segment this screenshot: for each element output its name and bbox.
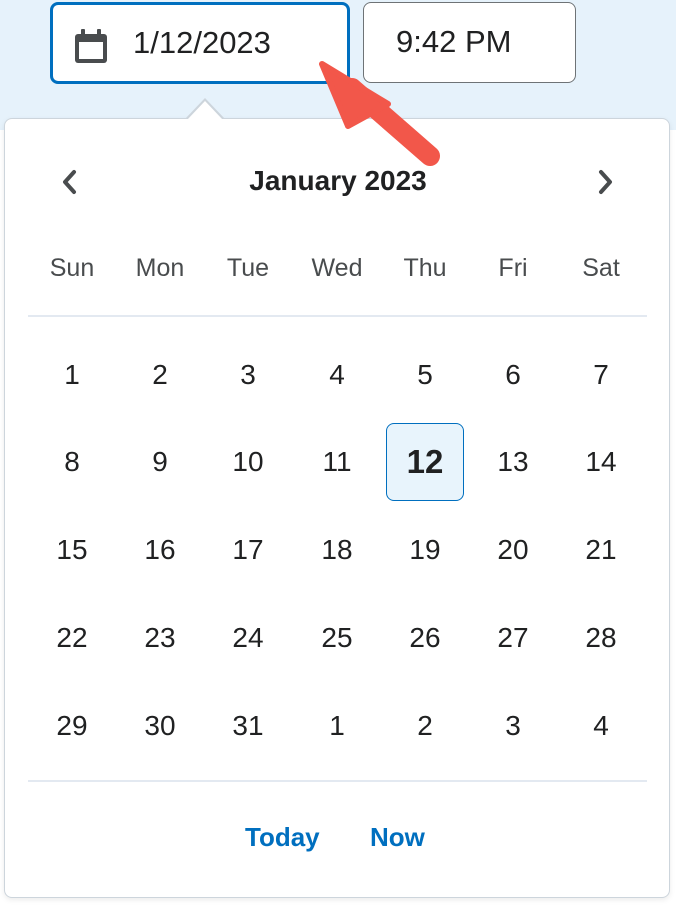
calendar-day[interactable]: 9 bbox=[121, 423, 199, 501]
now-button[interactable]: Now bbox=[370, 822, 425, 853]
calendar-day[interactable]: 25 bbox=[298, 599, 376, 677]
calendar-day[interactable]: 7 bbox=[562, 336, 640, 414]
calendar-day[interactable]: 29 bbox=[33, 687, 111, 765]
calendar-day[interactable]: 13 bbox=[474, 423, 552, 501]
annotation-arrow bbox=[319, 61, 440, 166]
calendar-day[interactable]: 16 bbox=[121, 511, 199, 589]
calendar-day[interactable]: 4 bbox=[298, 336, 376, 414]
weekday-header: Mon bbox=[135, 254, 185, 282]
calendar-day[interactable]: 10 bbox=[209, 423, 287, 501]
today-button[interactable]: Today bbox=[245, 822, 320, 853]
calendar-day[interactable]: 19 bbox=[386, 511, 464, 589]
calendar-day[interactable]: 8 bbox=[33, 423, 111, 501]
calendar-day[interactable]: 1 bbox=[298, 687, 376, 765]
weekday-header: Tue bbox=[226, 254, 270, 282]
selected-day[interactable]: 12 bbox=[386, 423, 464, 501]
calendar-day[interactable]: 5 bbox=[386, 336, 464, 414]
calendar-day[interactable]: 28 bbox=[562, 599, 640, 677]
calendar-day[interactable]: 18 bbox=[298, 511, 376, 589]
calendar-day[interactable]: 15 bbox=[33, 511, 111, 589]
calendar-day[interactable]: 21 bbox=[562, 511, 640, 589]
calendar-day[interactable]: 3 bbox=[209, 336, 287, 414]
calendar-day[interactable]: 6 bbox=[474, 336, 552, 414]
calendar-day[interactable]: 2 bbox=[386, 687, 464, 765]
divider bbox=[28, 780, 647, 782]
weekday-header: Fri bbox=[498, 254, 528, 282]
calendar-day[interactable]: 26 bbox=[386, 599, 464, 677]
calendar-day[interactable]: 4 bbox=[562, 687, 640, 765]
calendar-day[interactable]: 31 bbox=[209, 687, 287, 765]
calendar-day[interactable]: 30 bbox=[121, 687, 199, 765]
weekday-header: Sun bbox=[49, 254, 95, 282]
calendar-day[interactable]: 2 bbox=[121, 336, 199, 414]
weekday-header: Thu bbox=[403, 254, 447, 282]
divider bbox=[28, 315, 647, 317]
calendar-day[interactable]: 27 bbox=[474, 599, 552, 677]
weekday-header: Sat bbox=[582, 254, 620, 282]
calendar-day[interactable]: 23 bbox=[121, 599, 199, 677]
calendar-day[interactable]: 11 bbox=[298, 423, 376, 501]
calendar-day[interactable]: 24 bbox=[209, 599, 287, 677]
calendar-day[interactable]: 3 bbox=[474, 687, 552, 765]
calendar-day[interactable]: 14 bbox=[562, 423, 640, 501]
calendar-day[interactable]: 1 bbox=[33, 336, 111, 414]
weekday-header: Wed bbox=[311, 254, 363, 282]
calendar-day[interactable]: 20 bbox=[474, 511, 552, 589]
calendar-day[interactable]: 22 bbox=[33, 599, 111, 677]
calendar-day[interactable]: 17 bbox=[209, 511, 287, 589]
